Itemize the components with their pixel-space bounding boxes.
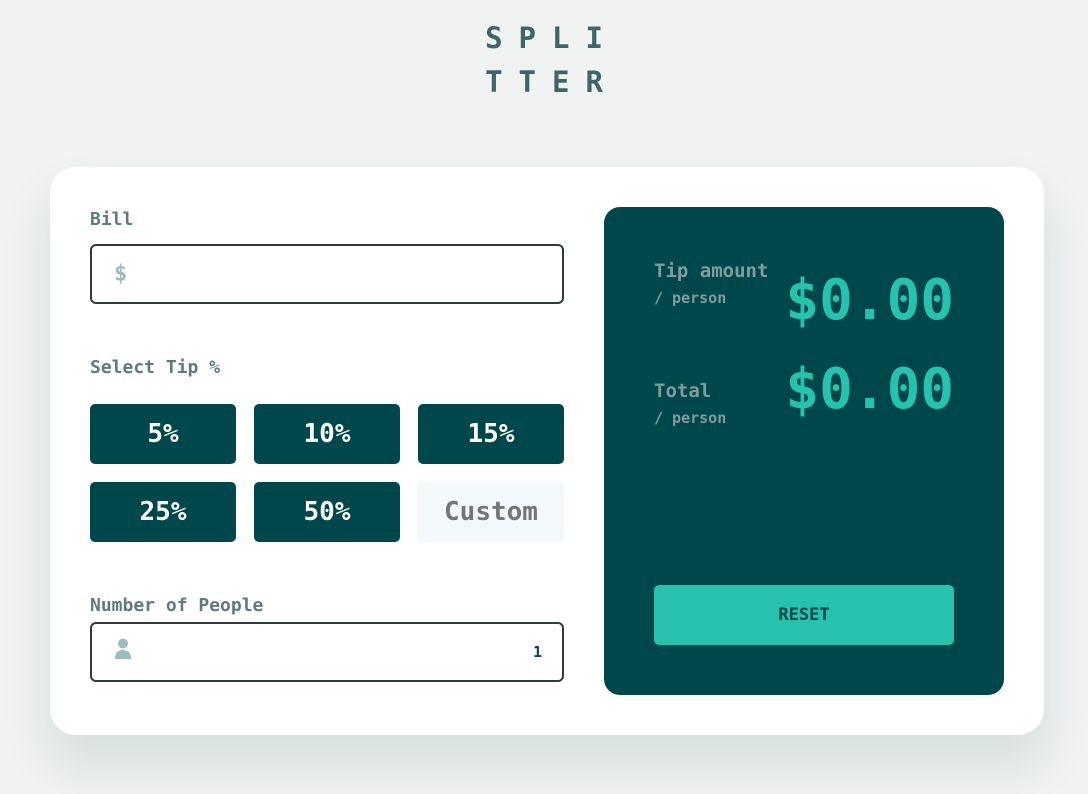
tip-button-25[interactable]: 25% <box>90 482 236 542</box>
tip-options: 5% 10% 15% 25% 50% <box>90 404 564 542</box>
bill-label: Bill <box>90 209 134 230</box>
calculator-card: Bill $ Select Tip % 5% 10% 15% 25% 50% N… <box>50 167 1044 735</box>
total-value: $0.00 <box>785 357 954 422</box>
custom-tip-input[interactable] <box>418 482 564 542</box>
tip-button-15[interactable]: 15% <box>418 404 564 464</box>
tip-amount-label: Tip amount <box>654 260 769 282</box>
reset-button[interactable]: RESET <box>654 585 954 645</box>
logo-line-2: TTER <box>485 65 619 99</box>
total-label: Total <box>654 380 712 402</box>
logo-line-1: SPLI <box>485 21 619 55</box>
dollar-icon: $ <box>114 261 128 287</box>
results-panel: Tip amount / person $0.00 Total / person… <box>604 207 1004 695</box>
people-field[interactable] <box>90 622 564 682</box>
tip-button-5[interactable]: 5% <box>90 404 236 464</box>
bill-field[interactable]: $ <box>90 244 564 304</box>
tip-button-50[interactable]: 50% <box>254 482 400 542</box>
total-per-person: / person <box>654 409 727 427</box>
person-icon <box>114 638 132 666</box>
tip-amount-value: $0.00 <box>785 268 954 333</box>
people-input[interactable] <box>142 624 542 680</box>
people-label: Number of People <box>90 595 264 616</box>
select-tip-label: Select Tip % <box>90 357 221 378</box>
tip-button-10[interactable]: 10% <box>254 404 400 464</box>
app-logo: SPLI TTER <box>0 16 1088 104</box>
tip-amount-per-person: / person <box>654 289 727 307</box>
bill-input[interactable] <box>142 246 542 302</box>
